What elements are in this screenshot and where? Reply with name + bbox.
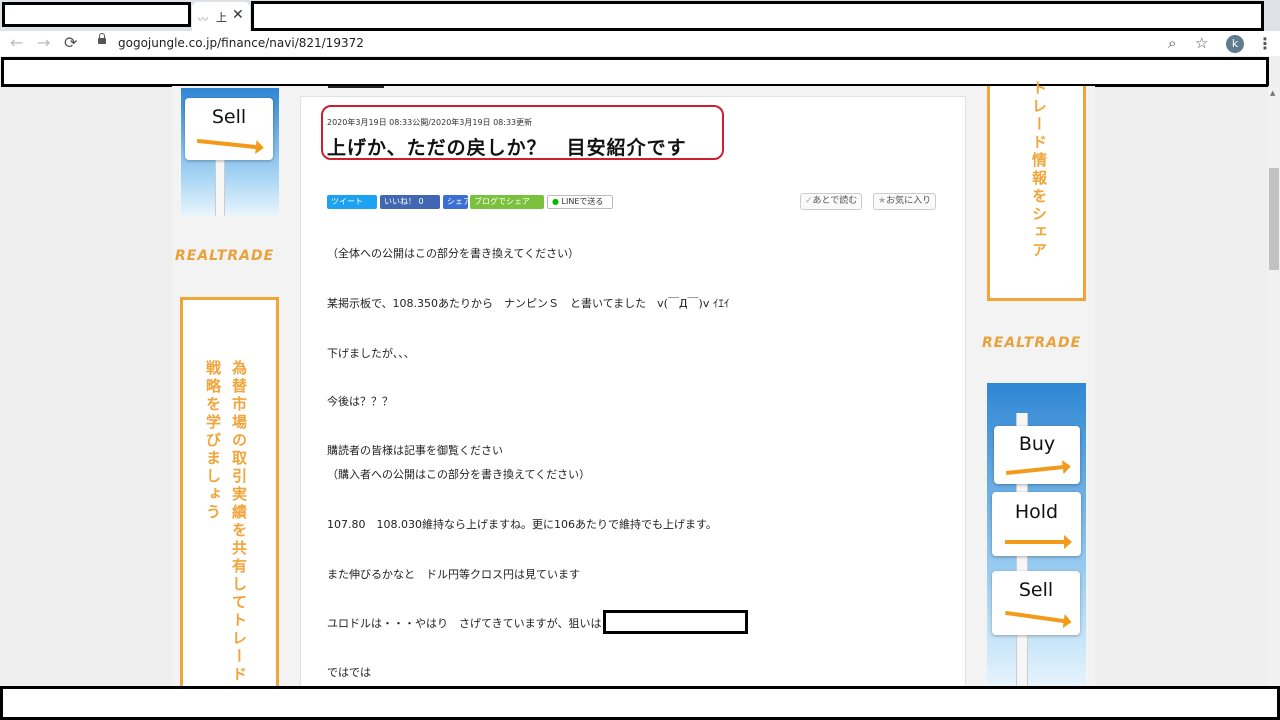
paragraph: （購入者への公開はこの部分を書き換えてください） xyxy=(327,468,591,481)
sell-sign-right-label: Sell xyxy=(1018,579,1054,601)
paragraph: ではでは xyxy=(327,666,371,679)
tab-title: 上 xyxy=(216,11,227,24)
sell-sign-right: Sell xyxy=(992,571,1080,635)
sell-sign: Sell xyxy=(185,98,273,160)
zoom-icon[interactable]: ⌕ xyxy=(1168,34,1176,52)
scrollbar-thumb[interactable] xyxy=(1269,168,1279,270)
redacted-bookmarks-bar xyxy=(1,57,1269,87)
right-banner-text: トレード情報をシェア xyxy=(1030,80,1048,260)
right-signs-banner[interactable]: Buy Hold Sell xyxy=(987,383,1086,689)
paragraph: ユロドルは・・・やはり さげてきていますが、狙いは xyxy=(327,617,602,630)
left-banner-text: 為替市場の取引実績を共有してトレード戦略を学びましょう xyxy=(200,360,252,686)
redacted-tab-area xyxy=(251,1,1264,31)
sell-sign-label: Sell xyxy=(211,106,247,128)
tab-close-icon[interactable]: ✕ xyxy=(232,7,244,23)
paragraph: （全体への公開はこの部分を書き換えてください） xyxy=(327,247,580,260)
left-banner-line-1: 為替市場の取引実績を共有して xyxy=(230,360,248,612)
paragraph: 今後は？？？ xyxy=(327,395,393,408)
buy-sign-label: Buy xyxy=(1018,433,1056,455)
header-underline xyxy=(328,86,384,88)
read-later-label: あとで読む xyxy=(812,196,858,206)
favorite-button[interactable]: ★お気に入り xyxy=(873,193,937,210)
like-button[interactable]: いいね！ 0 xyxy=(380,195,440,209)
line-icon: ● xyxy=(552,197,559,206)
redacted-tab xyxy=(2,2,191,27)
browser-toolbar: ← → ⟳ gogojungle.co.jp/finance/navi/821/… xyxy=(0,31,1280,56)
arrow-down-icon xyxy=(1005,610,1065,624)
paragraph: 購読者の皆様は記事を御覧ください xyxy=(327,444,503,457)
profile-avatar[interactable]: k xyxy=(1226,35,1244,53)
lock-icon[interactable] xyxy=(98,33,106,44)
line-button[interactable]: ● LINEで送る xyxy=(547,195,613,209)
scroll-up-icon[interactable]: ▲ xyxy=(1270,89,1275,97)
paragraph: 某掲示板で、108.350あたりから ナンピンＳ と書いてました v(￣Д￣)v… xyxy=(327,297,730,310)
buy-sign: Buy xyxy=(994,426,1080,484)
article-card xyxy=(300,96,966,690)
address-bar[interactable]: gogojungle.co.jp/finance/navi/821/19372 xyxy=(118,36,364,50)
read-later-button[interactable]: ✓あとで読む xyxy=(800,193,863,210)
hold-sign-label: Hold xyxy=(1014,501,1059,523)
redacted-footer xyxy=(0,686,1280,720)
paragraph: 107.80 108.030維持なら上げますね。更に106あたりで維持でも上げま… xyxy=(327,518,717,531)
tweet-button[interactable]: ツイート xyxy=(327,195,377,209)
realtrade-logo-right[interactable]: REALTRADE xyxy=(982,335,1081,351)
favicon-icon: 〰 xyxy=(198,15,208,26)
fb-share-button[interactable]: シェア xyxy=(443,195,468,209)
active-tab[interactable]: 〰 上 ✕ xyxy=(192,2,250,31)
back-icon[interactable]: ← xyxy=(10,34,23,52)
like-label: いいね！ 0 xyxy=(384,197,424,206)
star-icon: ★ xyxy=(878,196,887,206)
arrow-up-icon xyxy=(1005,464,1065,476)
check-icon: ✓ xyxy=(805,196,813,206)
right-vertical-banner[interactable]: トレード情報をシェア xyxy=(987,80,1086,301)
hold-sign: Hold xyxy=(992,492,1081,556)
blog-share-label: ブログでシェア xyxy=(474,197,530,206)
reload-icon[interactable]: ⟳ xyxy=(64,34,77,52)
left-vertical-banner[interactable]: 為替市場の取引実績を共有してトレード戦略を学びましょう xyxy=(180,297,279,689)
realtrade-logo-left[interactable]: REALTRADE xyxy=(175,248,274,264)
left-sell-banner[interactable]: Sell xyxy=(181,88,279,216)
fb-share-label: シェア xyxy=(447,197,468,206)
tweet-label: ツイート xyxy=(331,197,363,206)
forward-icon[interactable]: → xyxy=(37,34,50,52)
title-highlight-box xyxy=(321,105,724,160)
blog-share-button[interactable]: ブログでシェア xyxy=(470,195,544,209)
arrow-right-icon xyxy=(1005,535,1072,549)
arrow-icon xyxy=(196,138,258,150)
paragraph: 下げましたが、、、 xyxy=(327,347,415,360)
bookmark-star-icon[interactable]: ☆ xyxy=(1195,34,1208,52)
paragraph: また伸びるかなと ドル円等クロス円は見ています xyxy=(327,568,580,581)
favorite-label: お気に入り xyxy=(886,196,932,206)
menu-icon[interactable]: ⋮ xyxy=(1257,34,1273,53)
redacted-inline xyxy=(603,610,748,634)
line-label: LINEで送る xyxy=(561,197,604,206)
